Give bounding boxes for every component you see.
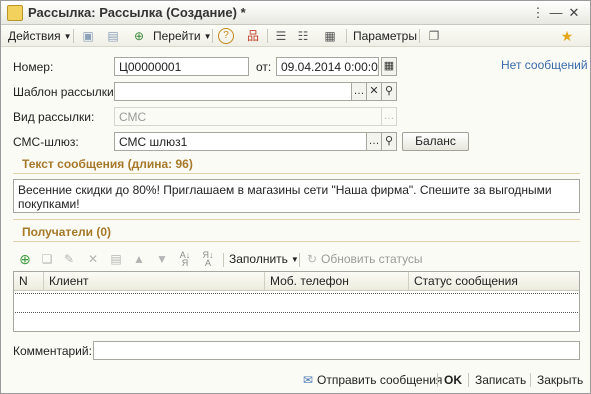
document-window: Рассылка: Рассылка (Создание) * ⋮ — ✕ Де… [0,0,591,394]
send-messages-button[interactable]: Отправить сообщения [317,371,442,389]
sort-asc-icon[interactable]: A↓ Я [177,251,193,268]
search-icon[interactable]: ⚲ [381,132,397,151]
add-icon[interactable]: ⊕ [17,251,33,267]
column-phone[interactable]: Моб. телефон [265,272,409,290]
toolbar-separator [346,29,347,43]
window-title: Рассылка: Рассылка (Создание) * [28,5,246,20]
edit-icon: ✎ [63,252,75,266]
select-button-disabled: … [381,107,397,126]
toolbar-separator [73,29,74,43]
end-edit-icon: ▤ [110,252,122,266]
toolbar-separator [299,253,300,267]
group-divider [13,241,580,242]
help-icon[interactable]: ? [218,28,234,44]
copy-icon: ❏ [41,252,53,266]
recipients-group-title: Получатели (0) [22,225,111,239]
footer-separator [530,373,531,387]
unpost-icon[interactable]: ▤ [105,28,121,44]
toolbar: Действия ▼ ▣ ▤ ⊕ Перейти ▼ ? 品 ☰ ☷ ▦ Парам… [1,25,590,47]
recipients-table[interactable]: N Клиент Моб. телефон Статус сообщения [13,271,580,332]
footer-separator [437,373,438,387]
refresh-status-button: Обновить статусы [321,252,423,266]
move-down-icon: ▼ [156,252,168,266]
document-icon [7,5,23,21]
group-divider [13,173,580,174]
calendar-icon[interactable]: ▦ [381,57,397,76]
date-field[interactable]: 09.04.2014 0:00:00 [276,57,379,76]
structure-icon[interactable]: 品 [245,28,261,44]
list-icon[interactable]: ☰ [273,28,289,44]
print-icon[interactable]: ▦ [322,28,338,44]
goto-label: Перейти [153,29,201,43]
star-icon[interactable]: ★ [559,28,575,44]
date-label: от: [256,60,272,74]
chevron-down-icon: ▼ [290,255,299,264]
refresh-icon: ↻ [306,252,318,266]
footer-separator [468,373,469,387]
no-messages-link[interactable]: Нет сообщений [501,58,588,72]
column-status[interactable]: Статус сообщения [409,272,579,290]
template-field[interactable] [114,82,352,101]
ok-button[interactable]: OK [444,371,462,389]
toolbar-separator [212,29,213,43]
actions-label: Действия [8,29,61,43]
number-label: Номер: [13,60,54,74]
gateway-field[interactable]: СМС шлюз1 [114,132,367,151]
close-icon[interactable]: ✕ [566,5,582,21]
checklist-icon[interactable]: ☷ [295,28,311,44]
actions-menu[interactable]: Действия ▼ [8,28,72,44]
goto-menu[interactable]: Перейти ▼ [153,28,211,44]
select-button[interactable]: … [366,132,382,151]
toolbar-separator [267,29,268,43]
template-label: Шаблон рассылки: [13,85,118,99]
send-icon[interactable]: ✉ [300,372,316,388]
table-header: N Клиент Моб. телефон Статус сообщения [14,272,579,291]
toolbar-separator [223,253,224,267]
fill-label: Заполнить [229,252,288,266]
fill-menu[interactable]: Заполнить ▼ [229,251,299,267]
params-button[interactable]: Параметры [353,28,417,44]
table-row[interactable] [15,293,578,313]
chevron-down-icon: ▼ [203,32,212,41]
column-number[interactable]: N [14,272,44,290]
save-button[interactable]: Записать [475,371,526,389]
toolbar-separator [419,29,420,43]
group-divider [13,219,580,220]
close-button[interactable]: Закрыть [537,371,583,389]
pages-icon[interactable]: ❐ [426,28,442,44]
type-field: СМС [114,107,382,126]
select-button[interactable]: … [351,82,367,101]
clear-icon[interactable]: ✕ [366,82,382,101]
delete-icon: ✕ [87,252,99,266]
more-icon[interactable]: ⋮ [530,5,546,21]
move-up-icon: ▲ [133,252,145,266]
comment-field[interactable] [93,341,580,360]
comment-label: Комментарий: [13,344,92,358]
type-label: Вид рассылки: [13,110,95,124]
message-group-title: Текст сообщения (длина: 96) [22,157,193,171]
title-bar: Рассылка: Рассылка (Создание) * ⋮ — ✕ [1,1,590,25]
message-textarea[interactable]: Весенние скидки до 80%! Приглашаем в маг… [13,179,580,213]
copy-new-icon[interactable]: ⊕ [131,28,147,44]
column-client[interactable]: Клиент [44,272,265,290]
chevron-down-icon: ▼ [63,32,72,41]
minimize-button[interactable]: — [548,5,564,21]
number-field[interactable]: Ц00000001 [114,57,249,76]
sort-desc-icon[interactable]: Я↓ A [200,251,216,268]
balance-button[interactable]: Баланс [402,132,469,151]
search-icon[interactable]: ⚲ [381,82,397,101]
post-icon[interactable]: ▣ [80,28,96,44]
gateway-label: СМС-шлюз: [13,135,79,149]
